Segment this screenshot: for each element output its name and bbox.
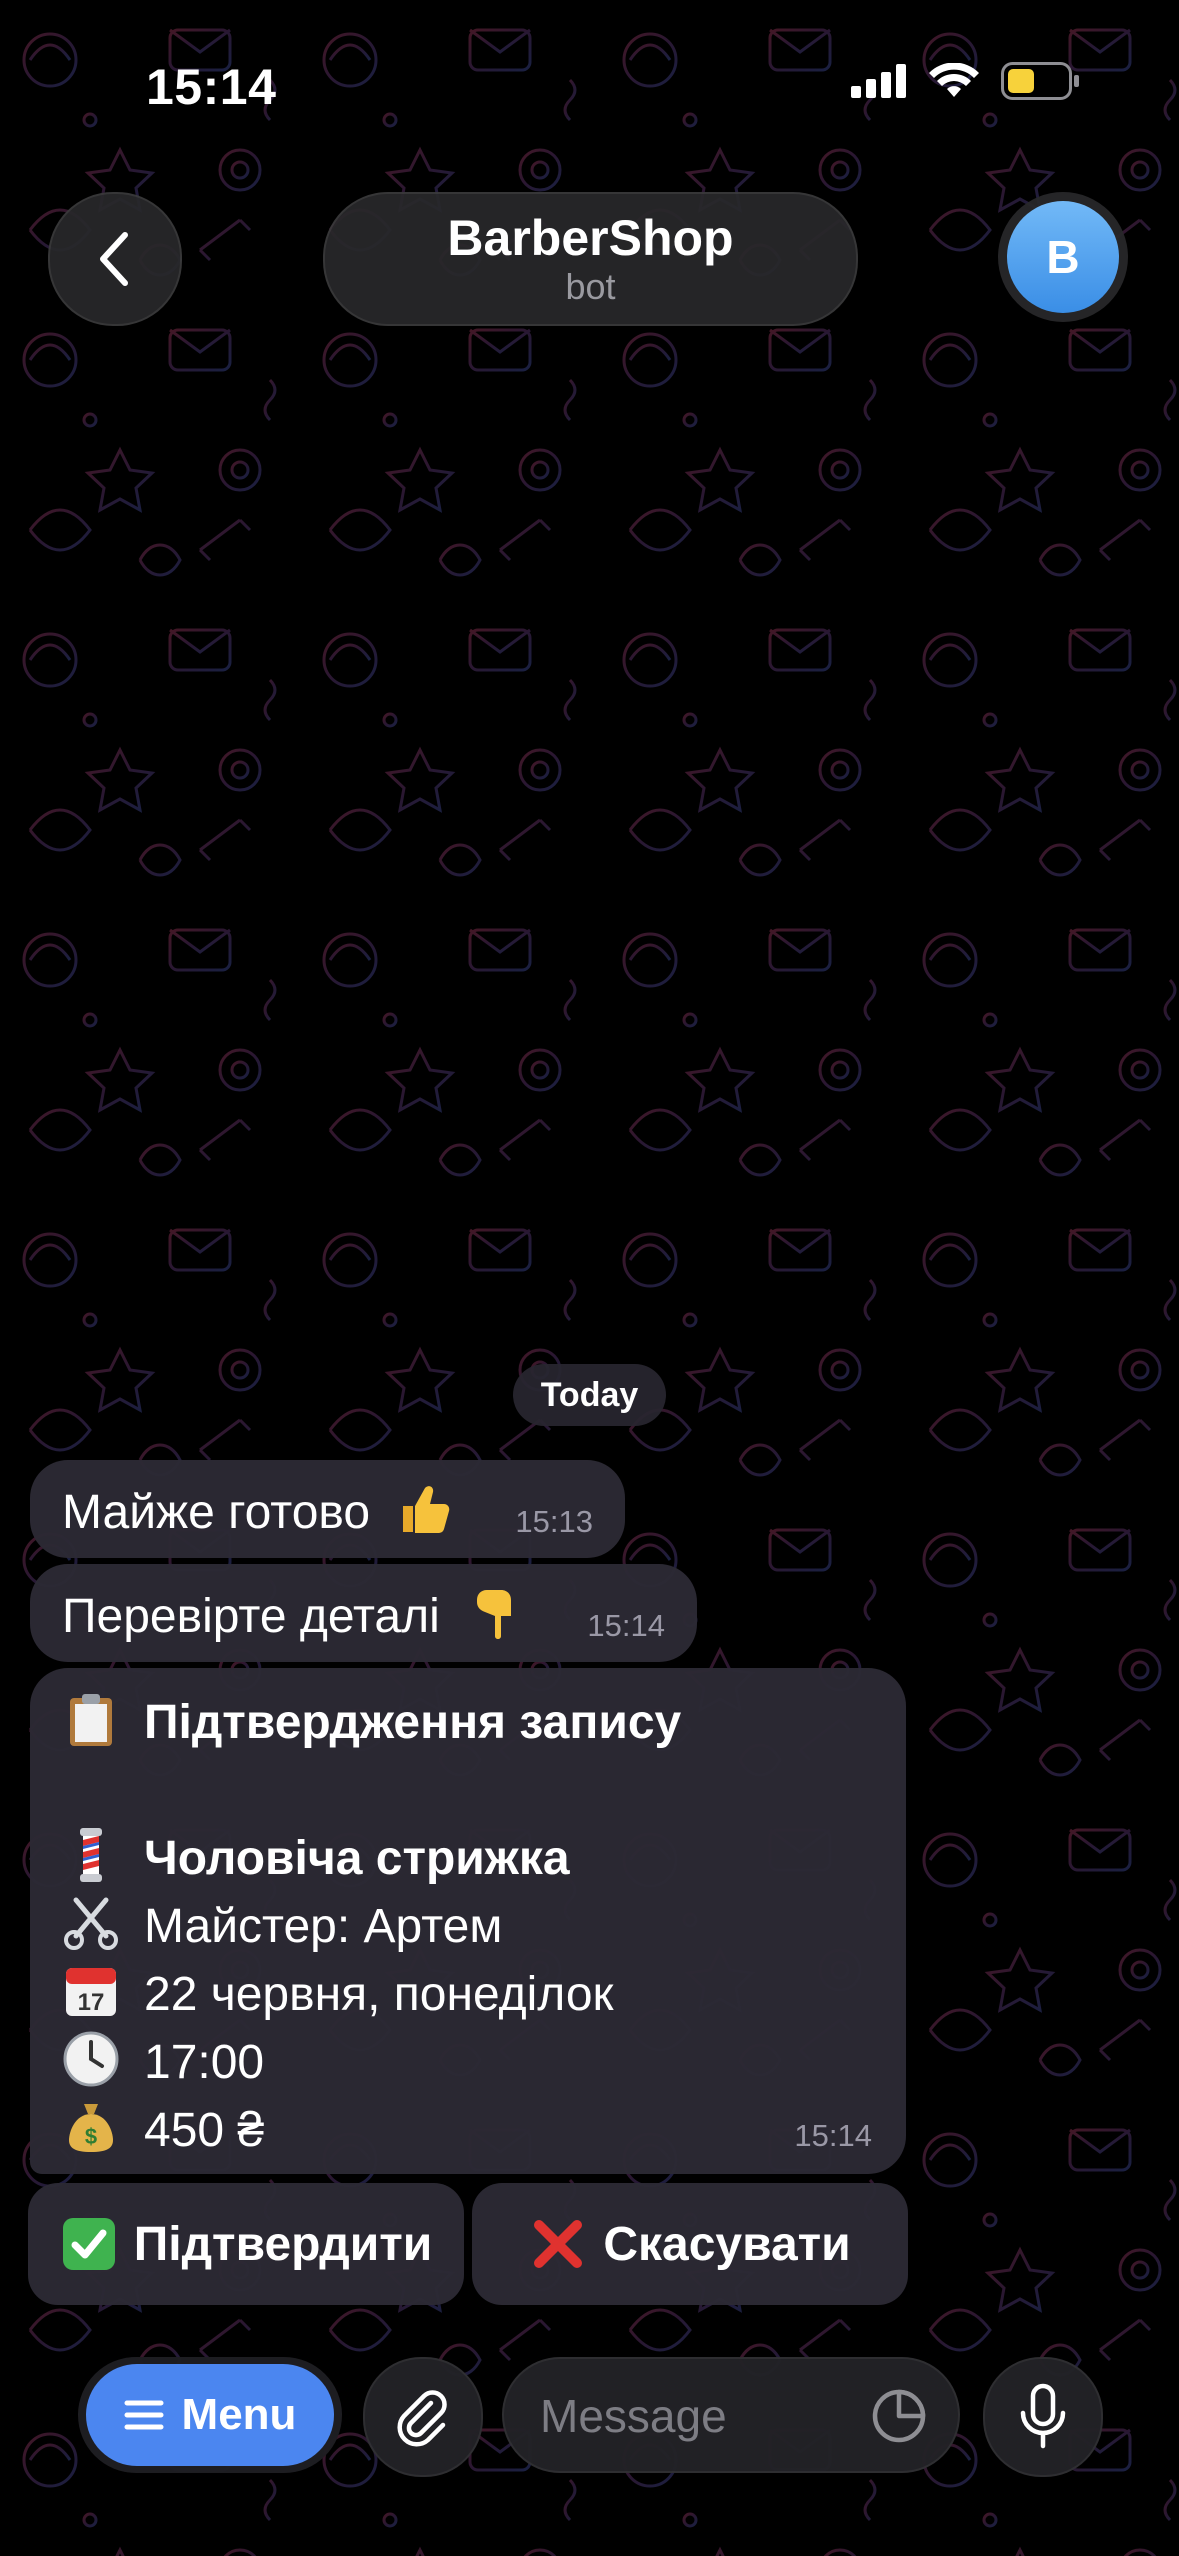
message-text: Перевірте деталі — [62, 1590, 440, 1643]
avatar: B — [1007, 201, 1119, 313]
chat-subtitle: bot — [565, 266, 616, 307]
price-row: $ 450 ₴ — [62, 2098, 264, 2159]
confirmation-title: Підтвердження запису — [144, 1696, 682, 1749]
calendar-icon: 17 — [66, 1968, 116, 2016]
check-mark-icon — [62, 2218, 115, 2270]
booking-confirmation-message[interactable]: Підтвердження запису Чоловіча стрижка Ма… — [30, 1668, 906, 2174]
message-text: Майже готово — [62, 1486, 371, 1539]
master-row: Майстер: Артем — [62, 1894, 502, 1955]
clock-icon — [63, 2031, 119, 2087]
booking-date: 22 червня, понеділок — [144, 1968, 614, 2021]
service-name: Чоловіча стрижка — [144, 1832, 570, 1885]
battery-icon — [1001, 62, 1079, 100]
svg-text:17: 17 — [78, 1989, 105, 2016]
menu-lines-icon — [124, 2400, 164, 2430]
point-down-icon — [477, 1590, 512, 1639]
thumbs-up-icon — [403, 1486, 450, 1533]
booking-price: 450 ₴ — [144, 2104, 265, 2157]
message-bubble[interactable]: Перевірте деталі 15:14 — [30, 1564, 697, 1662]
attach-button[interactable] — [363, 2357, 483, 2477]
money-bag-icon: $ — [69, 2104, 113, 2152]
time-row: 17:00 — [62, 2030, 264, 2091]
back-button[interactable] — [48, 192, 182, 326]
message-placeholder: Message — [540, 2390, 727, 2442]
svg-text:$: $ — [85, 2124, 97, 2149]
message-input[interactable]: Message — [502, 2357, 960, 2473]
chevron-left-icon — [100, 232, 128, 286]
cancel-button[interactable]: Скасувати — [472, 2183, 908, 2305]
microphone-button[interactable] — [983, 2357, 1103, 2477]
service-row: Чоловіча стрижка — [62, 1826, 570, 1887]
confirm-label: Підтвердити — [133, 2217, 433, 2271]
menu-label: Menu — [181, 2390, 297, 2439]
status-time: 15:14 — [146, 59, 277, 115]
confirm-button[interactable]: Підтвердити — [28, 2183, 464, 2305]
message-time: 15:13 — [515, 1504, 593, 1539]
paperclip-icon — [397, 2390, 447, 2447]
cancel-label: Скасувати — [603, 2217, 851, 2271]
scissors-icon — [64, 1897, 118, 1950]
date-row: 17 22 червня, понеділок — [62, 1962, 614, 2023]
menu-button[interactable]: Menu — [86, 2364, 334, 2466]
confirmation-title-row: Підтвердження запису — [62, 1690, 681, 1751]
cellular-signal-icon — [851, 64, 906, 98]
barber-pole-icon — [80, 1828, 102, 1882]
avatar-button[interactable]: B — [998, 192, 1128, 322]
chat-title[interactable]: BarberShop bot — [323, 192, 858, 326]
booking-time: 17:00 — [144, 2036, 265, 2089]
status-icons — [851, 62, 1081, 100]
message-bubble[interactable]: Майже готово 15:13 — [30, 1460, 625, 1558]
menu-button-wrapper: Menu — [78, 2357, 342, 2473]
chat-name: BarberShop — [447, 210, 734, 266]
wifi-icon — [929, 63, 979, 97]
cross-mark-icon — [534, 2220, 583, 2268]
master-name: Майстер: Артем — [144, 1900, 503, 1953]
sticker-icon[interactable] — [870, 2387, 928, 2445]
message-time: 15:14 — [587, 1608, 665, 1643]
clipboard-icon — [70, 1694, 112, 1746]
microphone-icon — [1020, 2383, 1066, 2449]
date-chip: Today — [513, 1364, 666, 1426]
message-time: 15:14 — [794, 2118, 872, 2153]
